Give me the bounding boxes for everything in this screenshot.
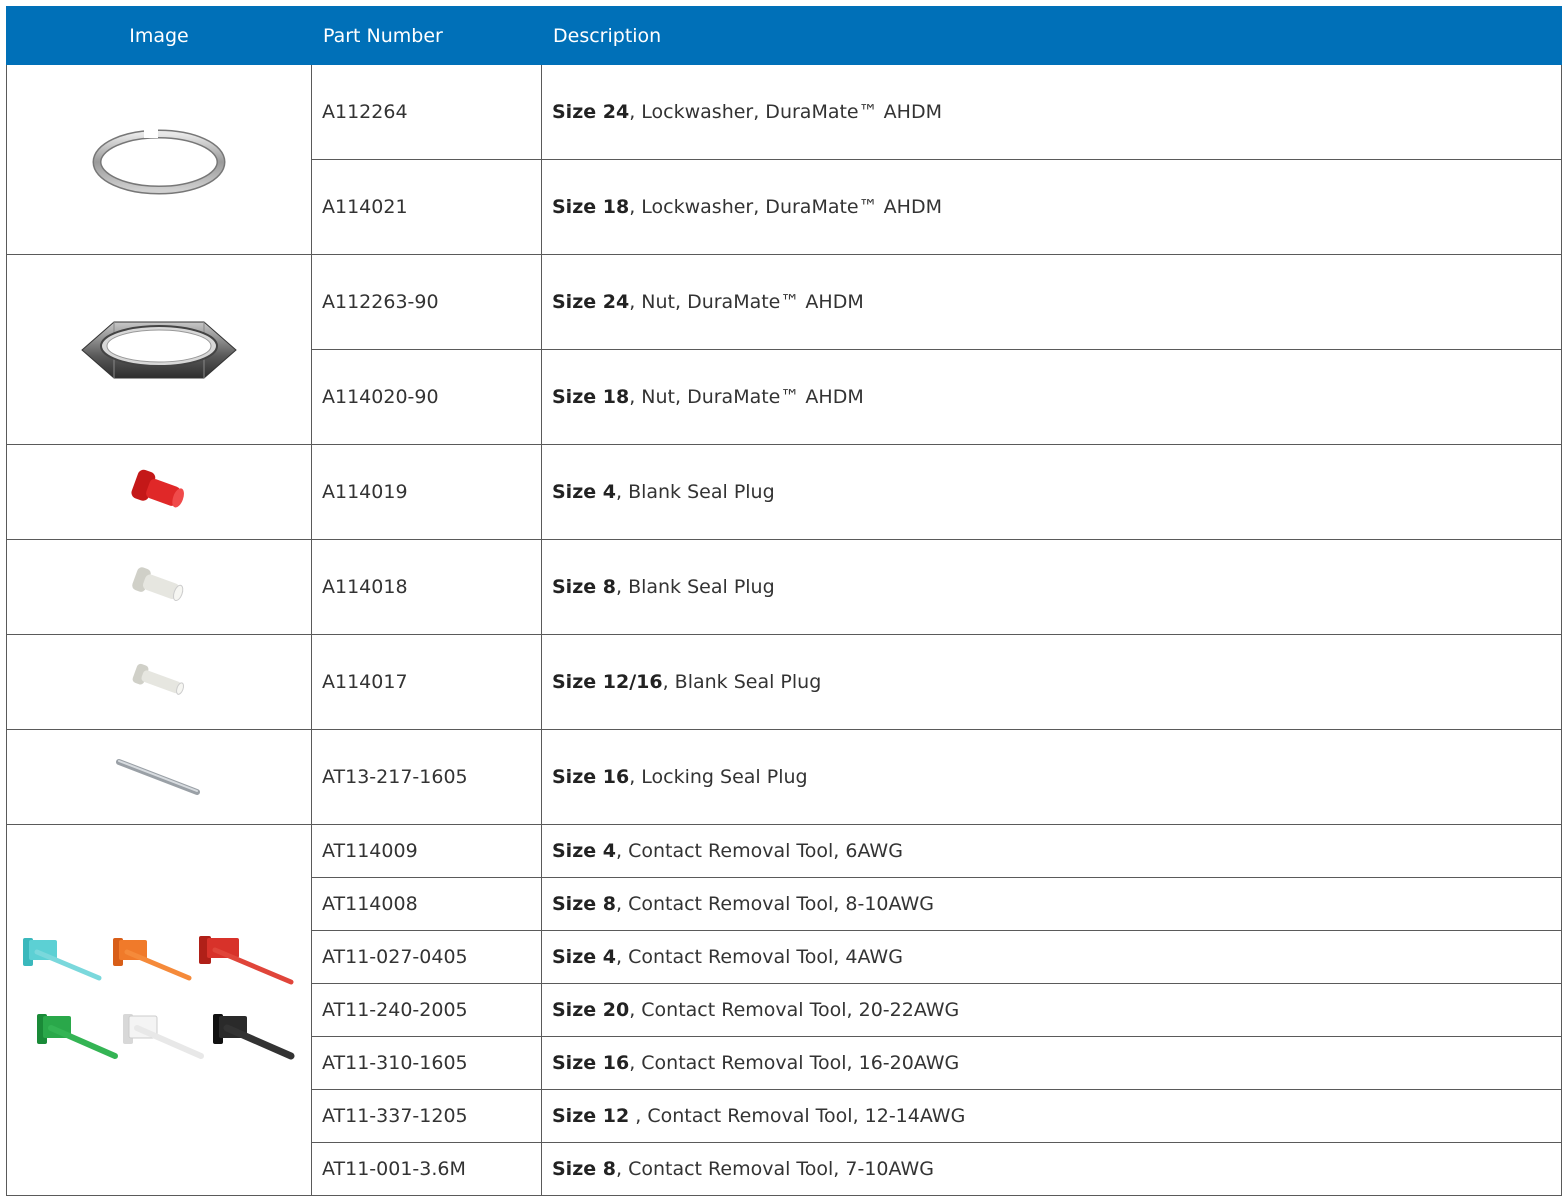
part-number: A114021 [311, 159, 542, 255]
description-text: , Contact Removal Tool, 8-10AWG [615, 893, 934, 915]
table-row: AT114009 Size 4, Contact Removal Tool, 6… [6, 824, 1562, 1196]
parts-table: Image Part Number Description A112264 Si… [6, 6, 1562, 1196]
locking-plug-image-cell [6, 729, 312, 825]
part-number: AT11-240-2005 [311, 983, 542, 1037]
header-part-number: Part Number [311, 6, 542, 65]
description-text: , Contact Removal Tool, 12-14AWG [629, 1105, 966, 1127]
hex-nut-image [81, 321, 237, 378]
lockwasher-image [92, 128, 226, 194]
table-row: A112263-90 Size 24, Nut, DuraMate™ AHDM [6, 254, 1562, 445]
part-number: AT11-337-1205 [311, 1089, 542, 1143]
description: Size 4, Contact Removal Tool, 6AWG [541, 824, 1562, 878]
part-number: AT11-001-3.6M [311, 1142, 542, 1196]
description-text: , Contact Removal Tool, 20-22AWG [629, 999, 960, 1021]
description-text: , Locking Seal Plug [629, 766, 808, 788]
description-text: , Contact Removal Tool, 6AWG [615, 840, 903, 862]
description: Size 8, Contact Removal Tool, 8-10AWG [541, 877, 1562, 931]
description: Size 4, Contact Removal Tool, 4AWG [541, 930, 1562, 984]
description-text: , Blank Seal Plug [615, 576, 775, 598]
header-description: Description [541, 6, 1562, 65]
size-label: Size 12/16 [552, 671, 663, 693]
part-number: AT11-027-0405 [311, 930, 542, 984]
part-number: A114019 [311, 444, 542, 540]
part-number: A112264 [311, 64, 542, 160]
description: Size 8, Blank Seal Plug [541, 539, 1562, 635]
size-label: Size 16 [552, 766, 630, 788]
size-label: Size 4 [552, 840, 616, 862]
description: Size 16, Locking Seal Plug [541, 729, 1562, 825]
white-plug-image-cell [6, 539, 312, 635]
description: Size 20, Contact Removal Tool, 20-22AWG [541, 983, 1562, 1037]
description: Size 4, Blank Seal Plug [541, 444, 1562, 540]
description: Size 18, Lockwasher, DuraMate™ AHDM [541, 159, 1562, 255]
description: Size 8, Contact Removal Tool, 7-10AWG [541, 1142, 1562, 1196]
white-seal-plug-small-image [132, 663, 185, 695]
description-text: , Contact Removal Tool, 7-10AWG [615, 1158, 934, 1180]
description-text: , Blank Seal Plug [662, 671, 822, 693]
locking-seal-plug-image [116, 759, 200, 795]
table-row: A114018 Size 8, Blank Seal Plug [6, 539, 1562, 635]
part-number: A114018 [311, 539, 542, 635]
description-text: , Nut, DuraMate™ AHDM [629, 386, 864, 408]
size-label: Size 4 [552, 481, 616, 503]
part-number: AT13-217-1605 [311, 729, 542, 825]
nut-image-cell [6, 254, 312, 445]
size-label: Size 18 [552, 386, 630, 408]
table-row: A114019 Size 4, Blank Seal Plug [6, 444, 1562, 540]
description-text: , Contact Removal Tool, 4AWG [615, 946, 903, 968]
size-label: Size 8 [552, 576, 616, 598]
part-number: A114020-90 [311, 349, 542, 445]
removal-tools-image-cell [6, 824, 312, 1196]
description-text: , Blank Seal Plug [615, 481, 775, 503]
description: Size 12/16, Blank Seal Plug [541, 634, 1562, 730]
red-seal-plug-image [131, 469, 184, 508]
removal-tools-image [23, 936, 295, 1060]
size-label: Size 20 [552, 999, 630, 1021]
red-plug-image-cell [6, 444, 312, 540]
part-number: A112263-90 [311, 254, 542, 350]
size-label: Size 18 [552, 196, 630, 218]
description-text: , Lockwasher, DuraMate™ AHDM [629, 196, 942, 218]
description-text: , Lockwasher, DuraMate™ AHDM [629, 101, 942, 123]
description-text: , Contact Removal Tool, 16-20AWG [629, 1052, 960, 1074]
size-label: Size 4 [552, 946, 616, 968]
size-label: Size 12 [552, 1105, 630, 1127]
table-row: AT13-217-1605 Size 16, Locking Seal Plug [6, 729, 1562, 825]
size-label: Size 24 [552, 101, 630, 123]
white-seal-plug-image [132, 567, 184, 602]
size-label: Size 8 [552, 893, 616, 915]
part-number: AT11-310-1605 [311, 1036, 542, 1090]
part-number: AT114008 [311, 877, 542, 931]
description: Size 12 , Contact Removal Tool, 12-14AWG [541, 1089, 1562, 1143]
table-row: A114017 Size 12/16, Blank Seal Plug [6, 634, 1562, 730]
part-number: A114017 [311, 634, 542, 730]
description: Size 24, Lockwasher, DuraMate™ AHDM [541, 64, 1562, 160]
size-label: Size 8 [552, 1158, 616, 1180]
lockwasher-image-cell [6, 64, 312, 255]
header-image: Image [6, 6, 312, 65]
size-label: Size 16 [552, 1052, 630, 1074]
white-plug-small-image-cell [6, 634, 312, 730]
description: Size 24, Nut, DuraMate™ AHDM [541, 254, 1562, 350]
part-number: AT114009 [311, 824, 542, 878]
description: Size 16, Contact Removal Tool, 16-20AWG [541, 1036, 1562, 1090]
description: Size 18, Nut, DuraMate™ AHDM [541, 349, 1562, 445]
header-row: Image Part Number Description [6, 6, 1562, 65]
size-label: Size 24 [552, 291, 630, 313]
table-row: A112264 Size 24, Lockwasher, DuraMate™ A… [6, 64, 1562, 255]
description-text: , Nut, DuraMate™ AHDM [629, 291, 864, 313]
